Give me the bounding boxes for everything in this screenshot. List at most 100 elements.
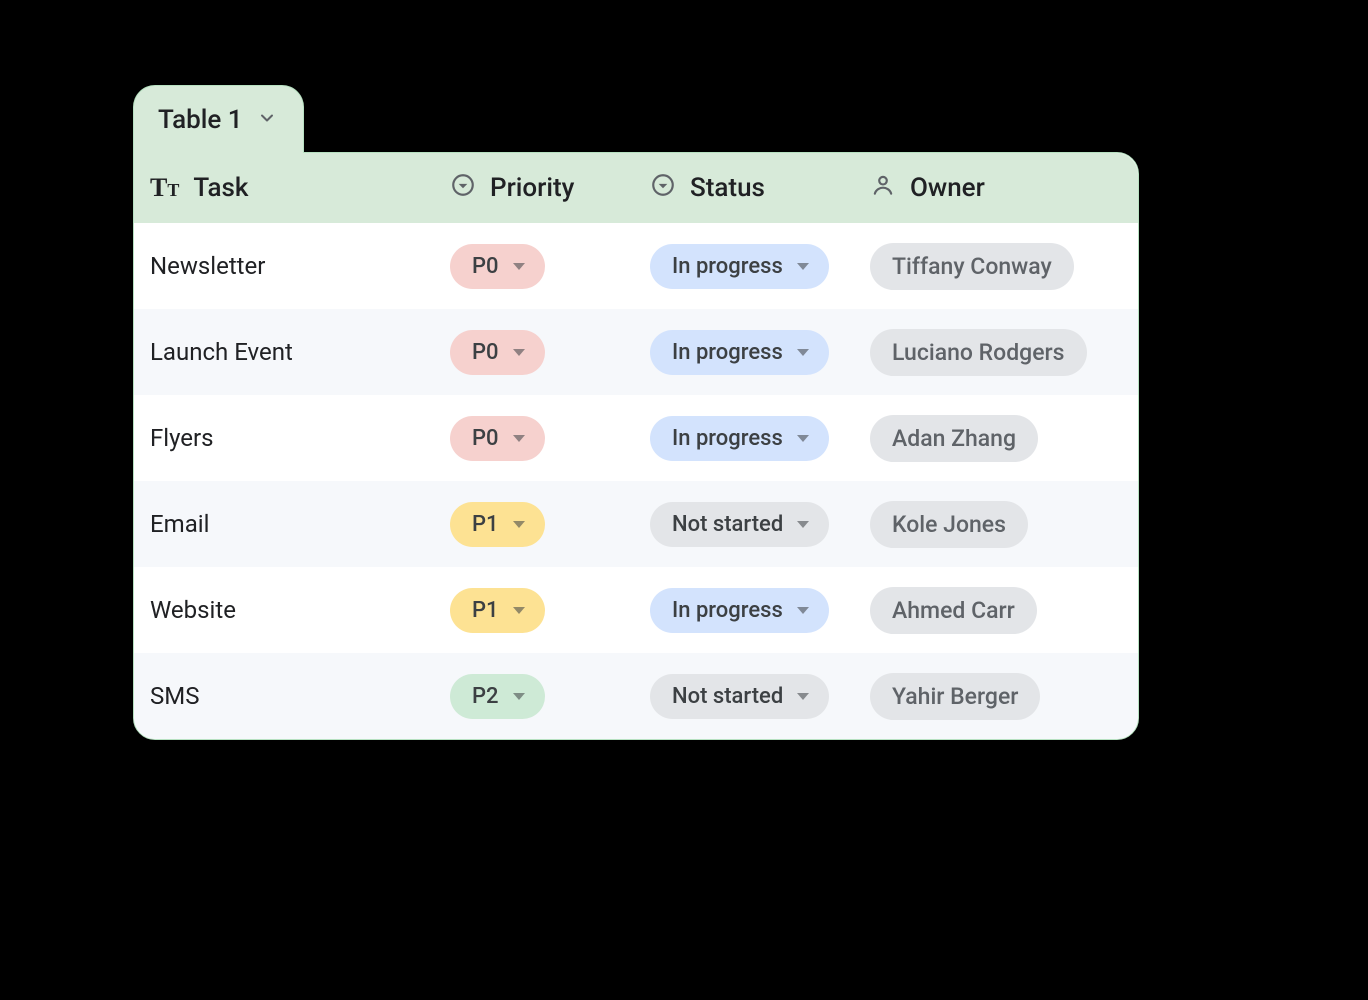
caret-down-icon: [513, 263, 525, 270]
priority-value: P0: [472, 426, 499, 451]
task-cell[interactable]: Launch Event: [134, 338, 434, 366]
priority-chip[interactable]: P2: [450, 674, 545, 719]
task-name: Launch Event: [150, 338, 293, 366]
chevron-down-icon: [257, 105, 277, 135]
column-header-label: Task: [193, 173, 248, 203]
priority-chip[interactable]: P0: [450, 416, 545, 461]
task-name: Flyers: [150, 424, 214, 452]
column-header-status[interactable]: Status: [634, 172, 854, 205]
caret-down-icon: [797, 521, 809, 528]
status-value: Not started: [672, 512, 783, 537]
table-row: Launch Event P0 In progress Luciano Rodgers: [134, 309, 1138, 395]
caret-down-icon: [513, 349, 525, 356]
status-chip[interactable]: Not started: [650, 502, 829, 547]
task-cell[interactable]: Website: [134, 596, 434, 624]
table-row: Email P1 Not started Kole Jones: [134, 481, 1138, 567]
caret-down-icon: [513, 435, 525, 442]
status-cell: In progress: [634, 244, 854, 289]
dropdown-circle-icon: [450, 172, 476, 205]
table-row: SMS P2 Not started Yahir Berger: [134, 653, 1138, 739]
task-cell[interactable]: Flyers: [134, 424, 434, 452]
person-icon: [870, 172, 896, 205]
status-cell: In progress: [634, 416, 854, 461]
owner-cell: Tiffany Conway: [854, 243, 1138, 290]
column-header-priority[interactable]: Priority: [434, 172, 634, 205]
table-row: Website P1 In progress Ahmed Carr: [134, 567, 1138, 653]
priority-cell: P1: [434, 588, 634, 633]
owner-name: Tiffany Conway: [892, 253, 1052, 280]
priority-cell: P0: [434, 330, 634, 375]
priority-value: P0: [472, 340, 499, 365]
caret-down-icon: [797, 693, 809, 700]
priority-value: P0: [472, 254, 499, 279]
caret-down-icon: [797, 607, 809, 614]
owner-cell: Luciano Rodgers: [854, 329, 1138, 376]
caret-down-icon: [513, 607, 525, 614]
caret-down-icon: [797, 349, 809, 356]
priority-cell: P1: [434, 502, 634, 547]
column-header-label: Status: [690, 173, 765, 203]
task-cell[interactable]: Newsletter: [134, 252, 434, 280]
owner-name: Luciano Rodgers: [892, 339, 1065, 366]
owner-name: Yahir Berger: [892, 683, 1018, 710]
owner-cell: Kole Jones: [854, 501, 1138, 548]
column-header-owner[interactable]: Owner: [854, 172, 1138, 205]
column-header-label: Priority: [490, 173, 574, 203]
priority-cell: P0: [434, 244, 634, 289]
dropdown-circle-icon: [650, 172, 676, 205]
caret-down-icon: [513, 521, 525, 528]
owner-cell: Ahmed Carr: [854, 587, 1138, 634]
status-value: In progress: [672, 598, 783, 623]
status-value: In progress: [672, 340, 783, 365]
priority-cell: P0: [434, 416, 634, 461]
status-value: Not started: [672, 684, 783, 709]
owner-name: Adan Zhang: [892, 425, 1016, 452]
status-chip[interactable]: In progress: [650, 588, 829, 633]
status-value: In progress: [672, 426, 783, 451]
status-cell: In progress: [634, 588, 854, 633]
status-cell: Not started: [634, 674, 854, 719]
owner-name: Ahmed Carr: [892, 597, 1015, 624]
table-header: TT Task Priority Status Owner: [134, 153, 1138, 223]
task-cell[interactable]: SMS: [134, 682, 434, 710]
table-row: Flyers P0 In progress Adan Zhang: [134, 395, 1138, 481]
owner-cell: Adan Zhang: [854, 415, 1138, 462]
task-name: SMS: [150, 682, 199, 710]
task-name: Website: [150, 596, 236, 624]
priority-cell: P2: [434, 674, 634, 719]
owner-name: Kole Jones: [892, 511, 1006, 538]
owner-chip[interactable]: Luciano Rodgers: [870, 329, 1087, 376]
caret-down-icon: [797, 435, 809, 442]
table-tab-label: Table 1: [158, 105, 243, 135]
column-header-task[interactable]: TT Task: [134, 173, 434, 203]
owner-chip[interactable]: Adan Zhang: [870, 415, 1038, 462]
owner-cell: Yahir Berger: [854, 673, 1138, 720]
task-name: Email: [150, 510, 209, 538]
priority-chip[interactable]: P0: [450, 330, 545, 375]
status-value: In progress: [672, 254, 783, 279]
caret-down-icon: [513, 693, 525, 700]
table-row: Newsletter P0 In progress Tiffany Conway: [134, 223, 1138, 309]
column-header-label: Owner: [910, 173, 985, 203]
owner-chip[interactable]: Tiffany Conway: [870, 243, 1074, 290]
status-chip[interactable]: In progress: [650, 244, 829, 289]
priority-chip[interactable]: P0: [450, 244, 545, 289]
priority-chip[interactable]: P1: [450, 502, 545, 547]
table-tab[interactable]: Table 1: [133, 85, 304, 153]
owner-chip[interactable]: Ahmed Carr: [870, 587, 1037, 634]
task-name: Newsletter: [150, 252, 265, 280]
priority-value: P1: [472, 598, 499, 623]
text-type-icon: TT: [150, 175, 179, 201]
priority-value: P2: [472, 684, 499, 709]
owner-chip[interactable]: Yahir Berger: [870, 673, 1040, 720]
task-cell[interactable]: Email: [134, 510, 434, 538]
table-card: Table 1 TT Task Priority Status: [133, 152, 1139, 740]
table-body: Newsletter P0 In progress Tiffany Conway Lau…: [134, 223, 1138, 739]
status-chip[interactable]: Not started: [650, 674, 829, 719]
caret-down-icon: [797, 263, 809, 270]
owner-chip[interactable]: Kole Jones: [870, 501, 1028, 548]
priority-chip[interactable]: P1: [450, 588, 545, 633]
status-cell: In progress: [634, 330, 854, 375]
status-chip[interactable]: In progress: [650, 330, 829, 375]
status-chip[interactable]: In progress: [650, 416, 829, 461]
